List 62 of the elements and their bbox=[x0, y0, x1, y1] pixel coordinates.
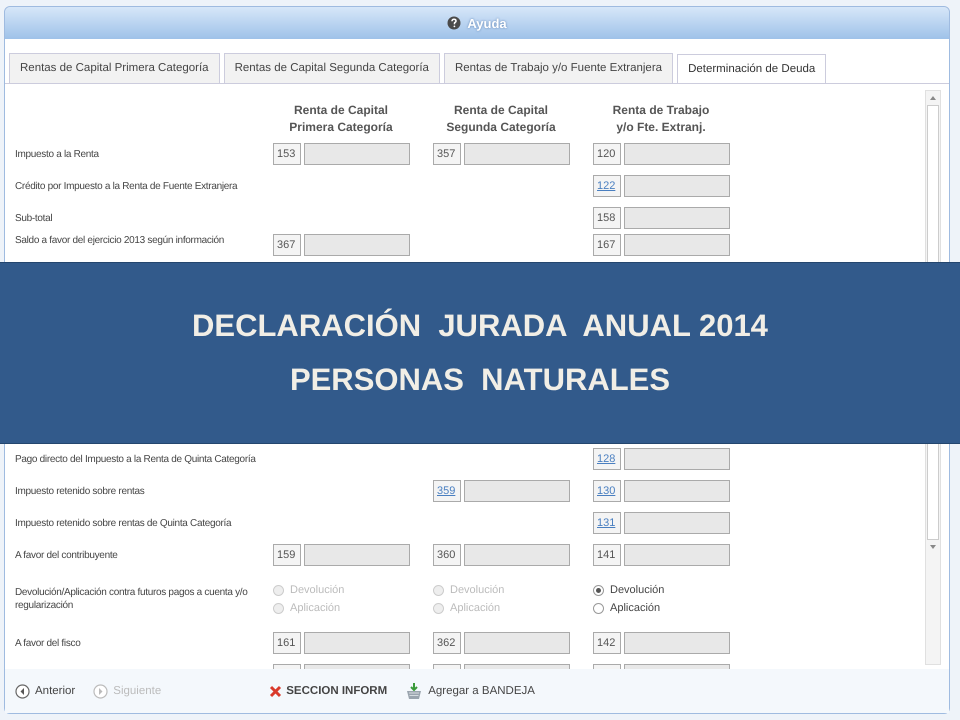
row-label: Sub-total bbox=[15, 212, 52, 224]
value-field[interactable] bbox=[624, 448, 730, 470]
column-header: Renta de Capital Primera Categoría bbox=[288, 102, 394, 136]
row-label: Crédito por Impuesto a la Renta de Fuente Extranjera bbox=[15, 180, 238, 192]
code-field: 367 bbox=[273, 234, 301, 256]
code-field: 120 bbox=[593, 143, 621, 165]
code-field: 153 bbox=[273, 143, 301, 165]
row-label: Impuesto a la Renta bbox=[15, 148, 99, 160]
code-field: 167 bbox=[593, 234, 621, 256]
value-field[interactable] bbox=[624, 632, 730, 654]
value-field[interactable] bbox=[624, 544, 730, 566]
tab[interactable]: Rentas de Capital Primera Categoría bbox=[9, 53, 220, 83]
row-label: Devolución/Aplicación contra futuros pagos a cuenta y/o regularización bbox=[15, 587, 248, 611]
value-field[interactable] bbox=[304, 632, 410, 654]
tab[interactable]: Determinación de Deuda bbox=[677, 54, 826, 84]
code-link[interactable]: 122 bbox=[593, 175, 621, 197]
value-field[interactable] bbox=[624, 143, 730, 165]
close-icon bbox=[269, 684, 282, 698]
row-label: A favor del fisco bbox=[15, 638, 80, 648]
tab[interactable]: Rentas de Trabajo y/o Fuente Extranjera bbox=[444, 53, 674, 83]
code-field: 357 bbox=[433, 143, 461, 165]
help-icon bbox=[447, 16, 462, 30]
code-field: 142 bbox=[593, 632, 621, 654]
code-field: 362 bbox=[433, 632, 461, 654]
footer-button[interactable]: Agregar a BANDEJA bbox=[405, 682, 535, 700]
value-field[interactable] bbox=[624, 207, 730, 229]
value-field[interactable] bbox=[624, 234, 730, 256]
code-field: 360 bbox=[433, 544, 461, 566]
value-field[interactable] bbox=[464, 480, 570, 502]
window-title: Ayuda bbox=[467, 16, 507, 30]
code-field: 141 bbox=[593, 544, 621, 566]
banner-subtitle: PERSONAS NATURALES bbox=[290, 361, 670, 399]
code-link[interactable]: 359 bbox=[433, 480, 461, 502]
value-field[interactable] bbox=[304, 234, 410, 256]
column-header: Renta de Trabajo y/o Fte. Extranj. bbox=[612, 102, 710, 136]
value-field[interactable] bbox=[464, 143, 570, 165]
value-field[interactable] bbox=[304, 544, 410, 566]
radio-option[interactable]: Devolución bbox=[593, 584, 664, 596]
value-field[interactable] bbox=[624, 480, 730, 502]
value-field[interactable] bbox=[464, 632, 570, 654]
row-label: Saldo a favor del ejercicio 2013 según información bbox=[15, 235, 224, 246]
row-label: A favor del contribuyente bbox=[15, 550, 118, 560]
code-field: 159 bbox=[273, 544, 301, 566]
row-label: Impuesto retenido sobre rentas de Quinta Categoría bbox=[15, 518, 232, 528]
value-field[interactable] bbox=[624, 175, 730, 197]
code-link[interactable]: 128 bbox=[593, 448, 621, 470]
row-label: Pago directo del Impuesto a la Renta de Quinta Categoría bbox=[15, 454, 256, 464]
code-link[interactable]: 131 bbox=[593, 512, 621, 534]
footer-button[interactable]: Anterior bbox=[15, 684, 76, 698]
footer-button[interactable]: SECCION INFORM bbox=[269, 684, 388, 698]
radio-option[interactable]: Aplicación bbox=[593, 602, 660, 614]
banner-title: DECLARACIÓN JURADA ANUAL 2014 bbox=[192, 307, 768, 345]
value-field[interactable] bbox=[304, 143, 410, 165]
code-field: 158 bbox=[593, 207, 621, 229]
tray-icon bbox=[405, 682, 424, 700]
row-label: Impuesto retenido sobre rentas bbox=[15, 486, 144, 496]
code-field: 161 bbox=[273, 632, 301, 654]
value-field[interactable] bbox=[624, 512, 730, 534]
column-header: Renta de Capital Segunda Categoría bbox=[445, 102, 557, 136]
value-field[interactable] bbox=[464, 544, 570, 566]
tab[interactable]: Rentas de Capital Segunda Categoría bbox=[224, 53, 440, 83]
code-link[interactable]: 130 bbox=[593, 480, 621, 502]
